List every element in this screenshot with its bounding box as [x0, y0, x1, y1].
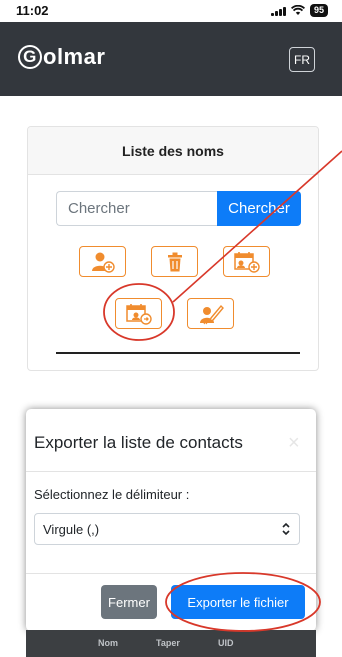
- export-calendar-button[interactable]: [115, 298, 162, 329]
- names-card-title: Liste des noms: [28, 127, 318, 175]
- navbar: G olmar FR: [0, 22, 342, 96]
- import-calendar-button[interactable]: [223, 246, 270, 277]
- brand-initial: G: [18, 45, 42, 69]
- calendar-user-icon: [125, 303, 152, 325]
- user-edit-icon: [199, 304, 224, 324]
- trash-icon: [167, 252, 182, 271]
- names-card: Liste des noms Chercher Chercher: [27, 126, 319, 371]
- select-caret-icon: [282, 522, 290, 536]
- search-input[interactable]: Chercher: [56, 191, 218, 226]
- delimiter-label: Sélectionnez le délimiteur :: [34, 487, 190, 502]
- status-bar: 11:02 95: [0, 0, 342, 22]
- delete-button[interactable]: [151, 246, 198, 277]
- status-icons: 95: [270, 4, 328, 17]
- wifi-icon: [290, 5, 305, 15]
- export-file-button[interactable]: Exporter le fichier: [171, 585, 305, 619]
- search-button[interactable]: Chercher: [217, 191, 301, 226]
- signal-icon: [270, 6, 286, 16]
- user-plus-icon: [91, 252, 115, 273]
- export-modal: Exporter la liste de contacts × Sélectio…: [26, 409, 316, 631]
- column-header-uid: UID: [218, 638, 234, 648]
- close-button[interactable]: Fermer: [101, 585, 157, 619]
- delimiter-select[interactable]: Virgule (,): [34, 513, 300, 545]
- close-icon[interactable]: ×: [288, 433, 300, 453]
- brand-name: olmar: [43, 44, 106, 69]
- status-time: 11:02: [16, 3, 49, 18]
- background-table-header: Nom Taper UID: [26, 630, 316, 657]
- delimiter-value: Virgule (,): [43, 521, 100, 537]
- battery-icon: 95: [309, 4, 328, 17]
- edit-user-button[interactable]: [187, 298, 234, 329]
- column-header-taper: Taper: [156, 638, 180, 648]
- calendar-add-icon: [233, 251, 260, 273]
- modal-header: Exporter la liste de contacts ×: [26, 409, 316, 472]
- language-button[interactable]: FR: [289, 47, 315, 72]
- add-user-button[interactable]: [79, 246, 126, 277]
- column-header-nom: Nom: [98, 638, 118, 648]
- card-divider: [56, 352, 300, 354]
- modal-title: Exporter la liste de contacts: [34, 433, 243, 452]
- brand-logo[interactable]: G olmar: [18, 44, 105, 70]
